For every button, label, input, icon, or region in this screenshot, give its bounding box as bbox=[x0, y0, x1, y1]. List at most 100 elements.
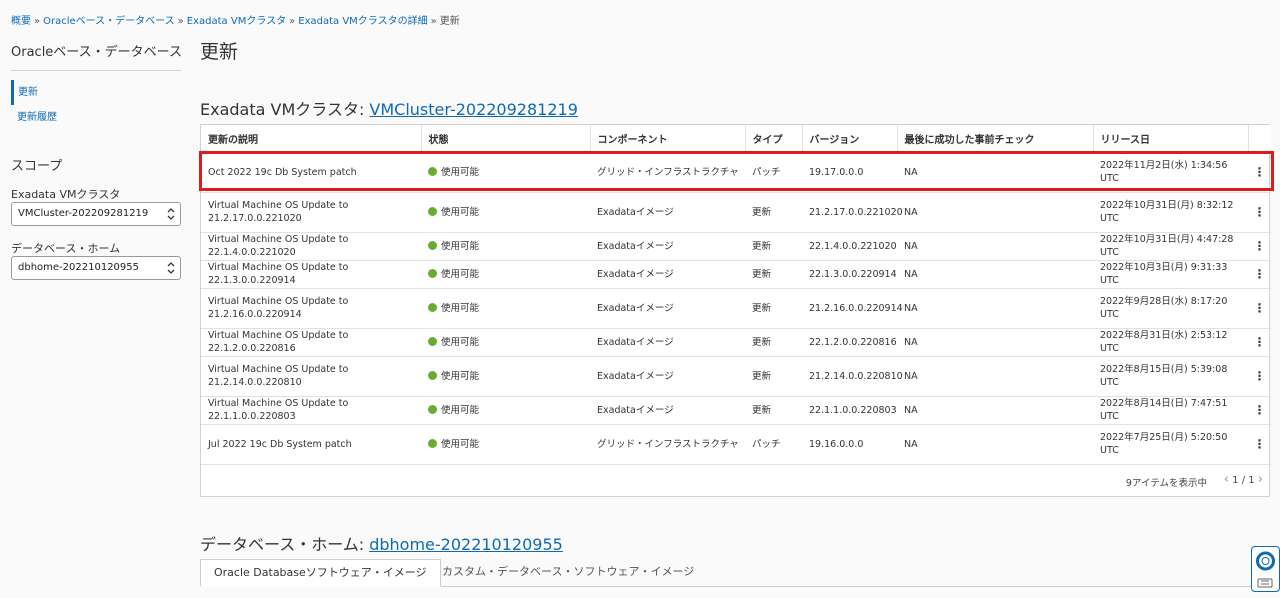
cell-version-text: 22.1.3.0.0.220914 bbox=[809, 268, 897, 280]
cell-last-precheck: NA bbox=[897, 424, 1093, 465]
updates-table: 更新の説明 状態 コンポーネント タイプ バージョン 最後に成功した事前チェック… bbox=[200, 124, 1271, 497]
column-header-description[interactable]: 更新の説明 bbox=[201, 125, 422, 153]
prev-page-icon[interactable]: ‹ bbox=[1224, 472, 1229, 487]
breadcrumb-separator: » bbox=[177, 16, 184, 27]
table-row[interactable]: Virtual Machine OS Update to 22.1.4.0.0.… bbox=[201, 232, 1271, 261]
kebab-menu-icon[interactable]: ⋮ bbox=[1248, 396, 1271, 425]
breadcrumb-current: 更新 bbox=[439, 16, 460, 27]
cell-description: Oct 2022 19c Db System patch bbox=[201, 152, 421, 193]
db-home-select[interactable]: dbhome-202210120955 bbox=[11, 256, 181, 280]
cell-type: パッチ bbox=[745, 152, 802, 193]
cell-status: 使用可能 bbox=[421, 232, 590, 261]
db-home-heading-prefix: データベース・ホーム: bbox=[200, 535, 370, 554]
table-row[interactable]: Virtual Machine OS Update to 22.1.3.0.0.… bbox=[201, 260, 1271, 289]
cell-component-text: グリッド・インフラストラクチャ bbox=[597, 166, 739, 178]
cell-component-text: Exadataイメージ bbox=[597, 268, 674, 280]
vm-cluster-select[interactable]: VMCluster-202209281219 bbox=[11, 202, 181, 226]
cell-type-text: 更新 bbox=[752, 302, 772, 314]
breadcrumb: 概要» Oracleベース・データベース» Exadata VMクラスタ» Exada… bbox=[11, 12, 460, 27]
vm-cluster-link[interactable]: VMCluster-202209281219 bbox=[369, 100, 577, 119]
breadcrumb-overview[interactable]: 概要 bbox=[11, 16, 31, 27]
breadcrumb-vm-cluster-details[interactable]: Exadata VMクラスタの詳細 bbox=[298, 16, 427, 27]
cell-status-text: 使用可能 bbox=[441, 268, 480, 280]
cell-last-precheck: NA bbox=[897, 288, 1093, 329]
vm-cluster-heading: Exadata VMクラスタ: VMCluster-202209281219 bbox=[200, 96, 578, 120]
cell-release-date-text: 2022年10月31日(月) 8:32:12 UTC bbox=[1100, 200, 1234, 224]
cell-last-precheck-text: NA bbox=[904, 268, 918, 280]
column-header-component[interactable]: コンポーネント bbox=[590, 125, 746, 153]
vm-cluster-select-value: VMCluster-202209281219 bbox=[18, 208, 149, 219]
next-page-icon[interactable]: › bbox=[1258, 472, 1263, 487]
cell-release-date: 2022年7月25日(月) 5:20:50 UTC bbox=[1093, 424, 1248, 465]
cell-status-text: 使用可能 bbox=[441, 438, 480, 450]
column-header-version[interactable]: バージョン bbox=[802, 125, 898, 153]
cell-version: 21.2.16.0.0.220914 bbox=[802, 288, 903, 329]
table-row[interactable]: Virtual Machine OS Update to 21.2.17.0.0… bbox=[201, 192, 1271, 233]
cell-last-precheck: NA bbox=[897, 396, 1093, 425]
cell-status: 使用可能 bbox=[421, 152, 590, 193]
cell-last-precheck: NA bbox=[897, 356, 1093, 397]
cell-version-text: 21.2.16.0.0.220914 bbox=[809, 302, 903, 314]
kebab-menu-icon[interactable]: ⋮ bbox=[1248, 152, 1271, 193]
cell-description: Virtual Machine OS Update to 22.1.4.0.0.… bbox=[201, 232, 421, 261]
column-header-status[interactable]: 状態 bbox=[421, 125, 591, 153]
kebab-menu-icon[interactable]: ⋮ bbox=[1248, 328, 1271, 357]
vm-cluster-heading-prefix: Exadata VMクラスタ: bbox=[200, 100, 370, 119]
db-home-heading: データベース・ホーム: dbhome-202210120955 bbox=[200, 531, 563, 555]
cell-type-text: 更新 bbox=[752, 404, 772, 416]
kebab-menu-icon[interactable]: ⋮ bbox=[1248, 424, 1271, 465]
cell-description-text: Virtual Machine OS Update to 22.1.2.0.0.… bbox=[208, 330, 349, 354]
status-dot-icon bbox=[428, 302, 437, 312]
table-row[interactable]: Virtual Machine OS Update to 22.1.2.0.0.… bbox=[201, 328, 1271, 357]
cell-component-text: Exadataイメージ bbox=[597, 404, 674, 416]
table-row[interactable]: Virtual Machine OS Update to 21.2.16.0.0… bbox=[201, 288, 1271, 329]
kebab-menu-icon[interactable]: ⋮ bbox=[1248, 356, 1271, 397]
cell-description-text: Virtual Machine OS Update to 22.1.1.0.0.… bbox=[208, 398, 349, 422]
sidebar-item-updates[interactable]: 更新 bbox=[11, 80, 181, 105]
cell-status: 使用可能 bbox=[421, 356, 590, 397]
kebab-menu-icon[interactable]: ⋮ bbox=[1248, 232, 1271, 261]
kebab-menu-icon[interactable]: ⋮ bbox=[1248, 192, 1271, 233]
sidebar-item-update-history[interactable]: 更新履歴 bbox=[11, 105, 181, 130]
cell-status-text: 使用可能 bbox=[441, 336, 480, 348]
cell-type: 更新 bbox=[745, 356, 802, 397]
cell-component: Exadataイメージ bbox=[590, 328, 745, 357]
status-dot-icon bbox=[428, 404, 437, 414]
cell-type: 更新 bbox=[745, 260, 802, 289]
cell-description: Virtual Machine OS Update to 21.2.14.0.0… bbox=[201, 356, 421, 397]
cell-type-text: パッチ bbox=[752, 438, 781, 450]
breadcrumb-base-database[interactable]: Oracleベース・データベース bbox=[43, 16, 175, 27]
cell-status-text: 使用可能 bbox=[441, 302, 480, 314]
item-count: 9アイテムを表示中 bbox=[1125, 478, 1207, 489]
cell-version-text: 22.1.1.0.0.220803 bbox=[809, 404, 897, 416]
sidebar-nav: 更新 更新履歴 bbox=[11, 80, 181, 130]
cell-type: 更新 bbox=[745, 328, 802, 357]
table-row[interactable]: Virtual Machine OS Update to 22.1.1.0.0.… bbox=[201, 396, 1271, 425]
cell-component-text: Exadataイメージ bbox=[597, 370, 674, 382]
cell-last-precheck-text: NA bbox=[904, 438, 918, 450]
tab-oracle-database-images[interactable]: Oracle Databaseソフトウェア・イメージ bbox=[200, 559, 441, 587]
status-dot-icon bbox=[428, 268, 437, 278]
sidebar-divider bbox=[11, 70, 181, 71]
kebab-menu-icon[interactable]: ⋮ bbox=[1248, 260, 1271, 289]
db-home-link[interactable]: dbhome-202210120955 bbox=[369, 535, 563, 554]
table-row[interactable]: Jul 2022 19c Db System patch 使用可能 グリッド・インフ… bbox=[201, 424, 1271, 465]
help-button[interactable] bbox=[1251, 546, 1280, 592]
cell-status-text: 使用可能 bbox=[441, 404, 480, 416]
tab-custom-database-images[interactable]: カスタム・データベース・ソフトウェア・イメージ bbox=[429, 559, 707, 587]
breadcrumb-vm-cluster[interactable]: Exadata VMクラスタ bbox=[187, 16, 286, 27]
column-header-last-precheck[interactable]: 最後に成功した事前チェック bbox=[897, 125, 1094, 153]
cell-last-precheck-text: NA bbox=[904, 206, 918, 218]
cell-component-text: グリッド・インフラストラクチャ bbox=[597, 438, 739, 450]
cell-version-text: 21.2.17.0.0.221020 bbox=[809, 206, 903, 218]
cell-component-text: Exadataイメージ bbox=[597, 302, 674, 314]
column-header-type[interactable]: タイプ bbox=[745, 125, 803, 153]
lifebuoy-icon bbox=[1256, 551, 1275, 588]
table-row[interactable]: Oct 2022 19c Db System patch 使用可能 グリッド・インフ… bbox=[201, 152, 1271, 193]
db-home-label: データベース・ホーム bbox=[11, 242, 121, 255]
kebab-menu-icon[interactable]: ⋮ bbox=[1248, 288, 1271, 329]
column-header-release-date[interactable]: リリース日 bbox=[1093, 125, 1249, 153]
table-row[interactable]: Virtual Machine OS Update to 21.2.14.0.0… bbox=[201, 356, 1271, 397]
cell-status: 使用可能 bbox=[421, 424, 590, 465]
cell-status: 使用可能 bbox=[421, 396, 590, 425]
